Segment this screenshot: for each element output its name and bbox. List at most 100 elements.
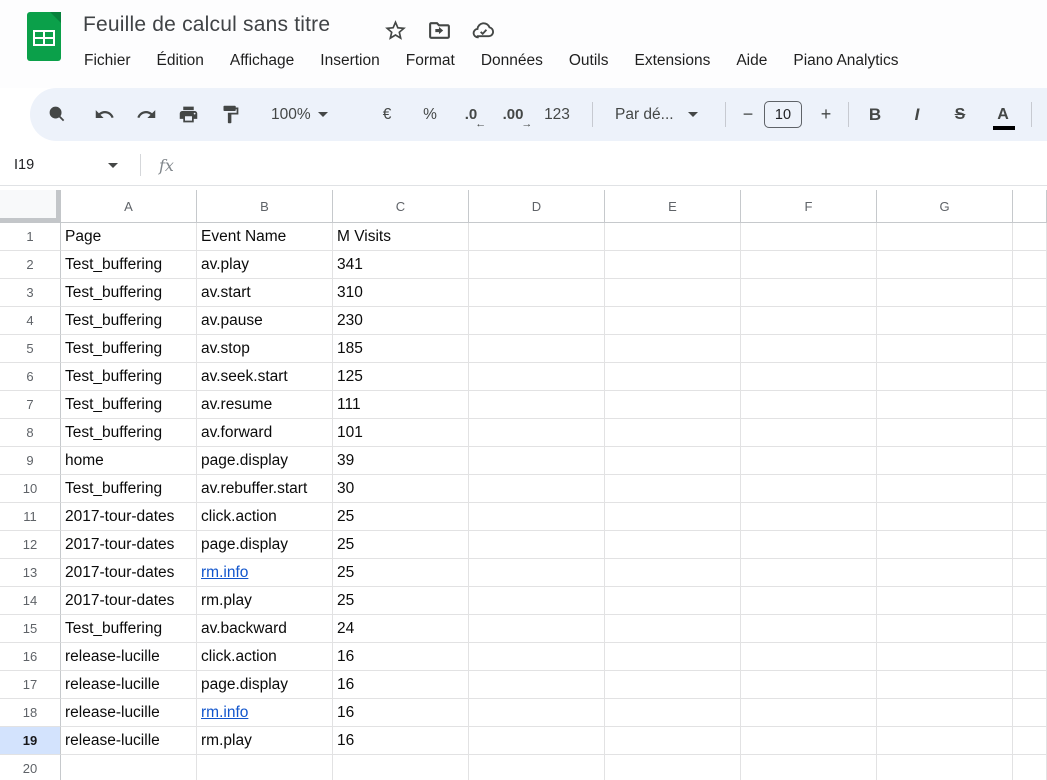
menu-extensions[interactable]: Extensions	[622, 48, 724, 74]
move-folder-icon[interactable]	[427, 18, 452, 43]
cell[interactable]: av.pause	[197, 307, 333, 335]
cell[interactable]	[605, 279, 741, 307]
cell[interactable]	[741, 447, 877, 475]
cell[interactable]	[469, 587, 605, 615]
cell[interactable]: release-lucille	[61, 727, 197, 755]
cell[interactable]: page.display	[197, 531, 333, 559]
cell[interactable]: av.forward	[197, 419, 333, 447]
cell[interactable]	[741, 279, 877, 307]
cell[interactable]	[469, 671, 605, 699]
cell[interactable]	[605, 391, 741, 419]
cell[interactable]	[877, 419, 1013, 447]
column-header-d[interactable]: D	[469, 190, 605, 223]
cell[interactable]	[1013, 419, 1047, 447]
cell[interactable]: rm.info	[197, 559, 333, 587]
cell[interactable]	[1013, 587, 1047, 615]
cell[interactable]	[877, 391, 1013, 419]
more-formats-button[interactable]: 123	[537, 95, 577, 135]
cell[interactable]	[197, 755, 333, 780]
cell[interactable]: page.display	[197, 447, 333, 475]
cell[interactable]	[469, 699, 605, 727]
search-button[interactable]	[37, 95, 77, 135]
cell[interactable]	[1013, 447, 1047, 475]
row-header-17[interactable]: 17	[0, 671, 61, 699]
cell[interactable]	[1013, 643, 1047, 671]
cell[interactable]	[605, 363, 741, 391]
cell[interactable]	[469, 419, 605, 447]
cell[interactable]	[877, 727, 1013, 755]
row-header-12[interactable]: 12	[0, 531, 61, 559]
cell[interactable]	[877, 615, 1013, 643]
cell[interactable]	[469, 363, 605, 391]
row-header-3[interactable]: 3	[0, 279, 61, 307]
cell[interactable]: av.rebuffer.start	[197, 475, 333, 503]
cell[interactable]	[741, 335, 877, 363]
cell[interactable]: Test_buffering	[61, 615, 197, 643]
cell[interactable]	[605, 643, 741, 671]
cell[interactable]	[1013, 335, 1047, 363]
cell[interactable]	[1013, 615, 1047, 643]
cell[interactable]: av.resume	[197, 391, 333, 419]
decrease-decimals-button[interactable]: .0←	[453, 95, 489, 135]
cell[interactable]	[877, 503, 1013, 531]
cell[interactable]: 2017-tour-dates	[61, 559, 197, 587]
cell[interactable]: 101	[333, 419, 469, 447]
cell[interactable]: av.start	[197, 279, 333, 307]
menu-format[interactable]: Format	[393, 48, 468, 74]
cell[interactable]	[741, 307, 877, 335]
cell[interactable]	[605, 727, 741, 755]
cell[interactable]	[1013, 727, 1047, 755]
cell[interactable]	[1013, 699, 1047, 727]
row-header-13[interactable]: 13	[0, 559, 61, 587]
cell[interactable]: Test_buffering	[61, 419, 197, 447]
cell[interactable]: click.action	[197, 503, 333, 531]
cell[interactable]	[605, 447, 741, 475]
cell[interactable]	[605, 251, 741, 279]
cell[interactable]	[877, 279, 1013, 307]
cell[interactable]: av.seek.start	[197, 363, 333, 391]
cell[interactable]	[333, 755, 469, 780]
cell[interactable]: 16	[333, 727, 469, 755]
cell[interactable]	[877, 755, 1013, 780]
cell[interactable]	[469, 391, 605, 419]
cell[interactable]	[469, 223, 605, 251]
cell[interactable]: Test_buffering	[61, 363, 197, 391]
cell[interactable]	[741, 251, 877, 279]
cell[interactable]: 25	[333, 587, 469, 615]
cell[interactable]	[741, 223, 877, 251]
cell[interactable]: 25	[333, 559, 469, 587]
cell[interactable]: 341	[333, 251, 469, 279]
row-header-18[interactable]: 18	[0, 699, 61, 727]
cell[interactable]	[469, 251, 605, 279]
column-header-h-partial[interactable]	[1013, 190, 1047, 223]
cell[interactable]	[877, 223, 1013, 251]
select-all-corner[interactable]	[0, 190, 61, 223]
bold-button[interactable]: B	[857, 95, 893, 135]
cell[interactable]	[877, 307, 1013, 335]
menu-aide[interactable]: Aide	[723, 48, 780, 74]
row-header-5[interactable]: 5	[0, 335, 61, 363]
cell[interactable]	[1013, 475, 1047, 503]
cell[interactable]	[469, 475, 605, 503]
cell[interactable]	[605, 335, 741, 363]
menu-affichage[interactable]: Affichage	[217, 48, 307, 74]
cell[interactable]: Event Name	[197, 223, 333, 251]
cell[interactable]: 25	[333, 531, 469, 559]
text-color-button[interactable]: A	[985, 95, 1021, 135]
cell[interactable]	[1013, 559, 1047, 587]
row-header-6[interactable]: 6	[0, 363, 61, 391]
column-header-e[interactable]: E	[605, 190, 741, 223]
cell[interactable]: Test_buffering	[61, 279, 197, 307]
cell[interactable]	[877, 335, 1013, 363]
font-selector[interactable]: Par dé...	[603, 95, 711, 135]
row-header-14[interactable]: 14	[0, 587, 61, 615]
row-header-2[interactable]: 2	[0, 251, 61, 279]
menu-insertion[interactable]: Insertion	[307, 48, 392, 74]
cell[interactable]	[605, 503, 741, 531]
row-header-15[interactable]: 15	[0, 615, 61, 643]
cell[interactable]	[605, 307, 741, 335]
increase-font-size-button[interactable]: +	[811, 95, 841, 135]
cell[interactable]: av.play	[197, 251, 333, 279]
cell[interactable]: home	[61, 447, 197, 475]
row-header-10[interactable]: 10	[0, 475, 61, 503]
